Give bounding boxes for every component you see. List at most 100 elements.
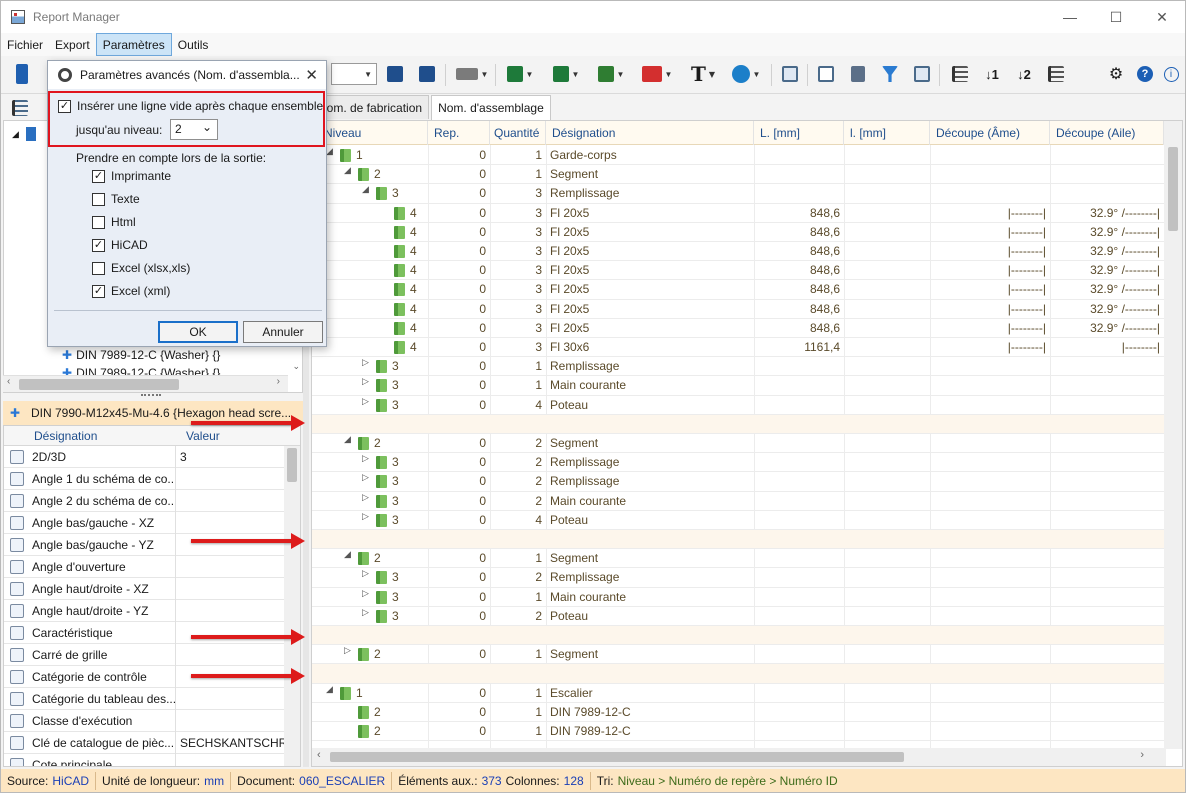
properties-grid[interactable]: Désignation Valeur 2D/3D 3 Angle 1 du sché… bbox=[3, 425, 301, 767]
level-2-icon[interactable]: ↓2 bbox=[1011, 63, 1037, 85]
expand-toggle-icon[interactable]: ▷ bbox=[362, 472, 369, 483]
scroll-thumb[interactable] bbox=[1168, 147, 1178, 231]
scroll-right-icon[interactable]: › bbox=[1140, 749, 1144, 761]
expand-toggle-icon[interactable]: ▷ bbox=[362, 568, 369, 579]
menu-export[interactable]: Export bbox=[49, 33, 96, 56]
expand-toggle-icon[interactable]: ▷ bbox=[362, 357, 369, 368]
expand-toggle-icon[interactable]: ◢ bbox=[344, 434, 351, 445]
expand-toggle-icon[interactable]: ▷ bbox=[344, 645, 351, 656]
minimize-icon[interactable]: — bbox=[1047, 1, 1093, 33]
property-row[interactable]: Classe d'exécution bbox=[4, 709, 284, 732]
col-rep[interactable]: Rep. bbox=[428, 121, 490, 145]
expand-toggle-icon[interactable]: ◢ bbox=[326, 146, 333, 157]
property-value[interactable]: 3 bbox=[176, 450, 187, 464]
expand-all-icon[interactable] bbox=[1043, 63, 1069, 85]
col-niveau[interactable]: Niveau bbox=[312, 121, 428, 145]
col-decoupe-aile[interactable]: Découpe (Aile) bbox=[1050, 121, 1164, 145]
property-row[interactable]: Catégorie du tableau des... bbox=[4, 687, 284, 710]
table-row[interactable]: ▷ 3 0 1 Main courante bbox=[312, 376, 1164, 396]
property-row[interactable]: Carré de grille bbox=[4, 643, 284, 666]
sort-icon[interactable] bbox=[847, 63, 869, 85]
output-checkbox[interactable]: ✓ HiCAD bbox=[92, 238, 148, 252]
table-row[interactable]: 4 0 3 Fl 30x6 1161,4 |--------| |--------| bbox=[312, 338, 1164, 358]
grid-vertical-scrollbar[interactable] bbox=[1164, 121, 1182, 749]
blank-separator-row[interactable] bbox=[312, 626, 1164, 646]
table-row[interactable]: ▷ 3 0 2 Poteau bbox=[312, 607, 1164, 626]
level-select[interactable]: 2 bbox=[170, 118, 218, 140]
tree-item[interactable]: ✚ DIN 7989-12-C {Washer} {} bbox=[62, 347, 220, 363]
scroll-right-icon[interactable]: › bbox=[277, 376, 280, 387]
table-row[interactable]: ▷ 3 0 2 Main courante bbox=[312, 492, 1164, 511]
col-decoupe-ame[interactable]: Découpe (Âme) bbox=[930, 121, 1050, 145]
close-icon[interactable]: ✕ bbox=[305, 66, 318, 84]
blank-separator-row[interactable] bbox=[312, 530, 1164, 550]
columns-icon[interactable] bbox=[815, 63, 837, 85]
col-designation[interactable]: Désignation bbox=[546, 121, 754, 145]
table-row[interactable]: ▷ 2 0 1 Segment bbox=[312, 645, 1164, 665]
assembly-grid[interactable]: Niveau Rep. Quantité Désignation L. [mm]… bbox=[311, 120, 1183, 767]
table-row[interactable]: 4 0 3 Fl 20x5 848,6 |--------| 32.9° /--------… bbox=[312, 204, 1164, 223]
print-icon[interactable]: ▼ bbox=[453, 63, 491, 85]
expand-toggle-icon[interactable]: ◢ bbox=[344, 165, 351, 176]
property-row[interactable]: Angle haut/droite - YZ bbox=[4, 599, 284, 622]
expand-toggle-icon[interactable]: ▷ bbox=[362, 588, 369, 599]
property-row[interactable]: Angle bas/gauche - XZ bbox=[4, 511, 284, 534]
checkbox[interactable]: ✓ bbox=[92, 284, 105, 298]
property-row[interactable]: Clé de catalogue de pièc... SECHSKANTSCHR… bbox=[4, 731, 284, 754]
template-dropdown[interactable]: ▼ bbox=[331, 63, 377, 85]
checkbox[interactable] bbox=[92, 261, 105, 275]
splitter-grip[interactable] bbox=[141, 394, 161, 398]
table-row[interactable]: 4 0 3 Fl 20x5 848,6 |--------| 32.9° /--------… bbox=[312, 261, 1164, 281]
col-quantite[interactable]: Quantité bbox=[490, 121, 546, 145]
expand-toggle-icon[interactable]: ▷ bbox=[362, 511, 369, 522]
globe-icon[interactable]: ▼ bbox=[727, 63, 765, 85]
output-checkbox[interactable]: Texte bbox=[92, 192, 140, 206]
level-all-icon[interactable] bbox=[947, 63, 973, 85]
menu-parametres[interactable]: Paramètres bbox=[95, 33, 172, 56]
excel-icon[interactable]: ▼ bbox=[547, 63, 585, 85]
pdf-icon[interactable]: ▼ bbox=[637, 63, 677, 85]
scroll-thumb[interactable] bbox=[287, 448, 297, 482]
checkbox[interactable] bbox=[92, 215, 105, 229]
table-row[interactable]: ◢ 3 0 3 Remplissage bbox=[312, 184, 1164, 204]
help-icon[interactable]: ? bbox=[1135, 63, 1155, 85]
property-row[interactable]: Angle d'ouverture bbox=[4, 555, 284, 578]
col-designation[interactable]: Désignation bbox=[34, 429, 97, 443]
expand-toggle-icon[interactable]: ◢ bbox=[326, 684, 333, 695]
menu-outils[interactable]: Outils bbox=[172, 33, 215, 56]
table-row[interactable]: ◢ 1 0 1 Garde-corps bbox=[312, 146, 1164, 166]
table-row[interactable]: 4 0 3 Fl 20x5 848,6 |--------| 32.9° /--------… bbox=[312, 242, 1164, 262]
checkbox[interactable]: ✓ bbox=[58, 99, 71, 113]
output-checkbox[interactable]: Html bbox=[92, 215, 136, 229]
table-row[interactable]: 4 0 3 Fl 20x5 848,6 |--------| 32.9° /--------… bbox=[312, 319, 1164, 338]
table-row[interactable]: ▷ 3 0 1 Main courante bbox=[312, 588, 1164, 607]
property-row[interactable]: Caractéristique bbox=[4, 621, 284, 644]
col-largeur[interactable]: l. [mm] bbox=[844, 121, 930, 145]
col-longueur[interactable]: L. [mm] bbox=[754, 121, 844, 145]
property-row[interactable]: Angle bas/gauche - YZ bbox=[4, 533, 284, 556]
checkbox[interactable]: ✓ bbox=[92, 169, 105, 183]
scroll-down-icon[interactable]: ⌄ bbox=[292, 361, 300, 372]
expand-toggle-icon[interactable]: ◢ bbox=[362, 184, 369, 195]
table-row[interactable]: 4 0 3 Fl 20x5 848,6 |--------| 32.9° /--------… bbox=[312, 300, 1164, 319]
expand-toggle-icon[interactable]: ▷ bbox=[362, 396, 369, 407]
scroll-left-icon[interactable]: ‹ bbox=[7, 376, 10, 387]
property-row[interactable]: Angle 1 du schéma de co... bbox=[4, 467, 284, 490]
grid-horizontal-scrollbar[interactable]: ‹ › bbox=[312, 748, 1166, 766]
table-row[interactable]: ◢ 2 0 1 Segment bbox=[312, 549, 1164, 569]
scroll-thumb[interactable] bbox=[19, 379, 179, 390]
open-icon[interactable] bbox=[11, 63, 33, 85]
tab-fabrication[interactable]: Nom. de fabrication bbox=[311, 95, 430, 119]
blank-separator-row[interactable] bbox=[312, 414, 1164, 434]
expand-toggle-icon[interactable]: ▷ bbox=[362, 376, 369, 387]
save-as-icon[interactable] bbox=[415, 63, 439, 85]
table-settings-icon[interactable] bbox=[779, 63, 801, 85]
property-row[interactable]: 2D/3D 3 bbox=[4, 445, 284, 468]
cancel-button[interactable]: Annuler bbox=[243, 321, 323, 343]
menu-fichier[interactable]: Fichier bbox=[1, 33, 49, 56]
table-row[interactable]: ◢ 1 0 1 Escalier bbox=[312, 684, 1164, 703]
table-row[interactable]: 4 0 3 Fl 20x5 848,6 |--------| 32.9° /--------… bbox=[312, 223, 1164, 242]
excel-export-icon[interactable]: ▼ bbox=[501, 63, 539, 85]
property-value[interactable]: SECHSKANTSCHRA bbox=[176, 736, 284, 750]
scroll-thumb[interactable] bbox=[330, 752, 904, 762]
